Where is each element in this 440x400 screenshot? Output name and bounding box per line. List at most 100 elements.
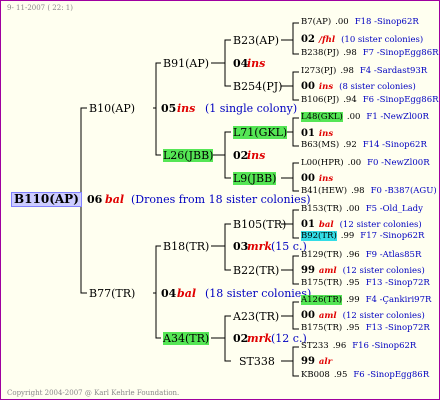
l4-code: ins	[318, 82, 334, 92]
l4-row[interactable]: A126(TR) .99 F4 -Çankiri97R	[301, 295, 431, 306]
l4-row[interactable]: I273(PJ) .98 F4 -Sardast93R	[301, 66, 427, 77]
l4-row[interactable]: ST233.96 F16 -Sinop62R	[301, 341, 416, 352]
l4-value: .94	[343, 95, 357, 105]
l4-generation: 01	[301, 219, 315, 230]
l1-1-note: (1 single colony)	[205, 102, 298, 115]
l1-2-generation: 04	[161, 287, 177, 300]
l4-row[interactable]: 01 ins	[301, 128, 339, 140]
l4-row[interactable]: 00 aml (12 sister colonies)	[301, 310, 425, 322]
node-l2-1[interactable]: B91(AP)	[163, 57, 209, 70]
l4-row[interactable]: B7(AP) .00 F18 -Sinop62R	[301, 17, 419, 28]
l4-row[interactable]: B153(TR) .00 F5 -Old_Lady	[301, 204, 423, 215]
l4-row[interactable]: KB008.95 F6 -SinopEgg86R	[301, 370, 429, 381]
l2-4-code: mrk	[247, 332, 273, 345]
root-generation: 06	[87, 193, 103, 206]
l4-row[interactable]: 99 aml (12 sister colonies)	[301, 265, 425, 277]
l4-origin: F16 -Sinop62R	[352, 341, 417, 351]
l4-row[interactable]: 00 ins (8 sister colonies)	[301, 81, 416, 93]
l4-code: aml	[318, 311, 337, 321]
l4-note: (8 sister colonies)	[339, 82, 416, 92]
l4-id: B63(MS)	[301, 140, 340, 150]
node-l2-3[interactable]: B18(TR)	[163, 240, 209, 253]
l4-origin: F1 -NewZl00R	[366, 112, 429, 122]
l4-code: ins	[318, 129, 334, 139]
l4-row[interactable]: L48(GKL) .00 F1 -NewZl00R	[301, 112, 429, 123]
l4-row[interactable]: B238(PJ) .98 F7 -SinopEgg86R	[301, 48, 439, 59]
l4-generation: 01	[301, 128, 315, 139]
node-l2-2[interactable]: L26(JBB)	[163, 149, 214, 162]
l1-1-code: ins	[177, 102, 196, 115]
l4-origin: F6 -SinopEgg86R	[353, 370, 430, 380]
l4-id: B92(TR)	[301, 231, 337, 241]
node-l3-5[interactable]: B105(TR)	[233, 218, 286, 231]
l4-id: L48(GKL)	[301, 112, 343, 122]
l4-origin: F14 -Sinop62R	[362, 140, 427, 150]
l4-note: (10 sister colonies)	[341, 35, 424, 45]
node-l1-2[interactable]: B77(TR)	[89, 287, 135, 300]
root-code: bal	[105, 193, 124, 206]
l4-row[interactable]: L00(HPR) .00 F0 -NewZl00R	[301, 158, 430, 169]
l4-origin: F18 -Sinop62R	[354, 17, 419, 27]
l4-row[interactable]: 99 alr	[301, 356, 338, 368]
l4-row[interactable]: B175(TR) .95 F13 -Sinop72R	[301, 323, 430, 334]
l4-row[interactable]: B63(MS) .92 F14 -Sinop62R	[301, 140, 427, 151]
l4-origin: F9 -Atlas85R	[365, 250, 422, 260]
l4-id: L00(HPR)	[301, 158, 344, 168]
node-l3-1[interactable]: B23(AP)	[233, 34, 279, 47]
l3-code-1: ins	[247, 57, 266, 70]
l4-value: .95	[346, 278, 360, 288]
node-l3-4[interactable]: L9(JBB)	[233, 172, 277, 185]
l4-row[interactable]: B106(PJ) .94 F6 -SinopEgg86R	[301, 95, 439, 106]
copyright: Copyright 2004-2007 @ Karl Kehrle Founda…	[7, 389, 180, 397]
l4-value: .00	[347, 158, 362, 168]
l4-value: .98	[343, 48, 357, 58]
node-l2-4[interactable]: A34(TR)	[163, 332, 210, 345]
l4-value: .96	[346, 250, 360, 260]
l4-row[interactable]: B129(TR) .96 F9 -Atlas85R	[301, 250, 421, 261]
node-l3-6[interactable]: B22(TR)	[233, 264, 279, 277]
l4-generation: 00	[301, 173, 315, 184]
l4-code: bal	[318, 220, 334, 230]
node-l3-7[interactable]: A23(TR)	[233, 310, 279, 323]
node-l3-2[interactable]: B254(PJ)	[233, 80, 282, 93]
l4-origin: F17 -Sinop62R	[360, 231, 425, 241]
l4-generation: 00	[301, 310, 315, 321]
l4-origin: F0 -NewZl00R	[367, 158, 430, 168]
node-l3-8[interactable]: ST338	[239, 355, 275, 368]
l4-origin: F0 -B387(AGU)	[370, 186, 437, 196]
l4-row[interactable]: 01 bal (12 sister colonies)	[301, 219, 422, 231]
l4-id: B175(TR)	[301, 278, 343, 288]
pedigree-frame: { "header": {"date": "9- 11-2007 ( 22: 1…	[0, 0, 440, 400]
l4-row[interactable]: B92(TR) .99 F17 -Sinop62R	[301, 231, 424, 242]
l4-id: ST233	[301, 341, 329, 351]
l4-origin: F4 -Çankiri97R	[365, 295, 432, 305]
l4-code: ins	[318, 174, 334, 184]
l4-note: (12 sister colonies)	[342, 266, 425, 276]
l4-origin: F6 -SinopEgg86R	[362, 95, 439, 105]
l4-value: .95	[333, 370, 348, 380]
l4-generation: 00	[301, 81, 315, 92]
node-l1-1[interactable]: B10(AP)	[89, 102, 135, 115]
l4-id: A126(TR)	[301, 295, 343, 305]
l4-id: B41(HEW)	[301, 186, 348, 196]
l4-row[interactable]: B41(HEW) .98 F0 -B387(AGU)	[301, 186, 437, 197]
l4-value: .00	[346, 204, 360, 214]
l4-id: KB008	[301, 370, 330, 380]
l4-id: B238(PJ)	[301, 48, 340, 58]
l4-value: .92	[343, 140, 357, 150]
l4-code: aml	[318, 266, 337, 276]
l4-id: B7(AP)	[301, 17, 332, 27]
l4-value: .98	[340, 66, 354, 76]
l4-value: .95	[346, 323, 360, 333]
root-node[interactable]: B110(AP)	[11, 192, 82, 207]
l4-code: /fhl	[318, 35, 336, 45]
l4-row[interactable]: 02/fhl (10 sister colonies)	[301, 34, 423, 46]
report-date: 9- 11-2007 ( 22: 1)	[7, 4, 73, 12]
l4-id: B129(TR)	[301, 250, 343, 260]
l4-code: alr	[318, 357, 333, 367]
l4-row[interactable]: 00 ins	[301, 173, 339, 185]
node-l3-3[interactable]: L71(GKL)	[233, 126, 288, 139]
l4-row[interactable]: B175(TR) .95 F13 -Sinop72R	[301, 278, 430, 289]
l4-id: B153(TR)	[301, 204, 343, 214]
l4-note: (12 sister colonies)	[339, 220, 422, 230]
